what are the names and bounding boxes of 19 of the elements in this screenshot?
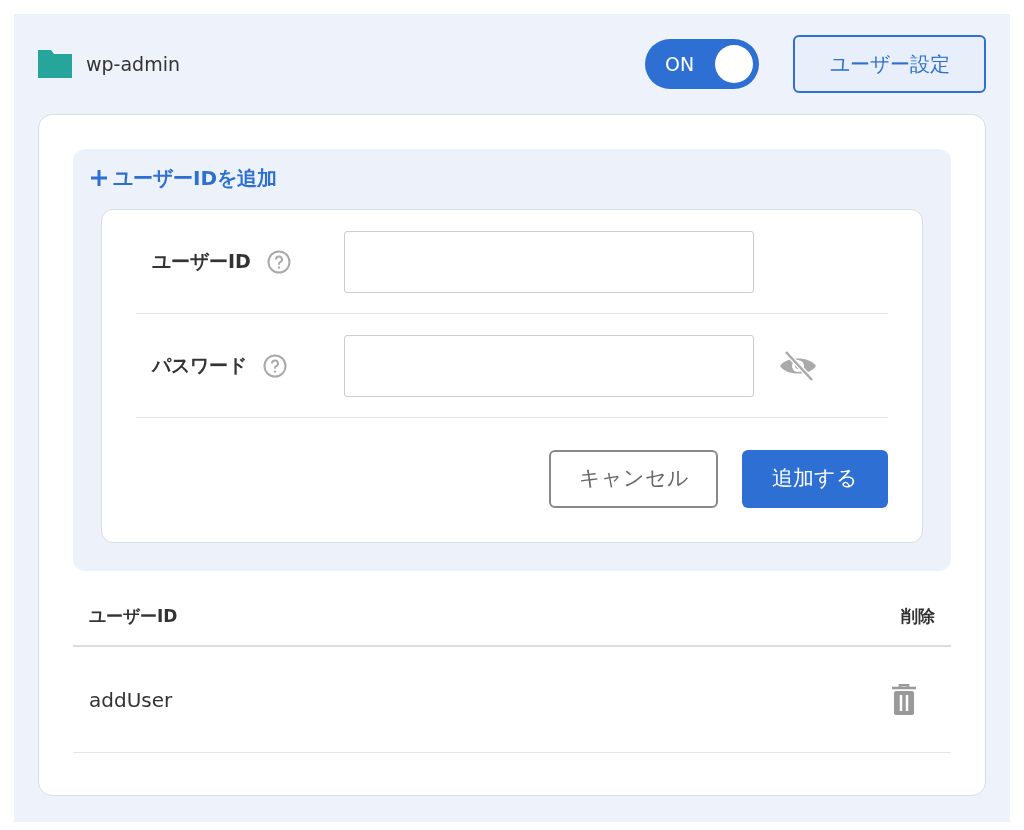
- column-header: ユーザーID: [89, 604, 178, 628]
- toggle-switch[interactable]: ON: [645, 39, 759, 89]
- help-icon[interactable]: [263, 353, 287, 378]
- plus-icon: [89, 168, 109, 188]
- field-label: パスワード: [152, 353, 247, 379]
- table-cell-text: addUser: [89, 686, 173, 714]
- input-field[interactable]: [344, 334, 754, 397]
- eye-slash-icon[interactable]: [778, 349, 818, 382]
- add-user-link[interactable]: ユーザーIDを追加: [89, 163, 278, 193]
- settings-button[interactable]: ユーザー設定: [793, 35, 986, 93]
- folder-icon: [38, 50, 72, 78]
- field-label: ユーザーID: [152, 249, 251, 275]
- folder-name: wp-admin: [86, 51, 180, 77]
- help-icon[interactable]: [266, 249, 291, 274]
- submit-button[interactable]: 追加する: [742, 450, 888, 508]
- input-field[interactable]: [344, 230, 754, 293]
- trash-icon[interactable]: [891, 683, 917, 716]
- cancel-button[interactable]: キャンセル: [549, 450, 718, 508]
- column-header: 削除: [901, 604, 935, 628]
